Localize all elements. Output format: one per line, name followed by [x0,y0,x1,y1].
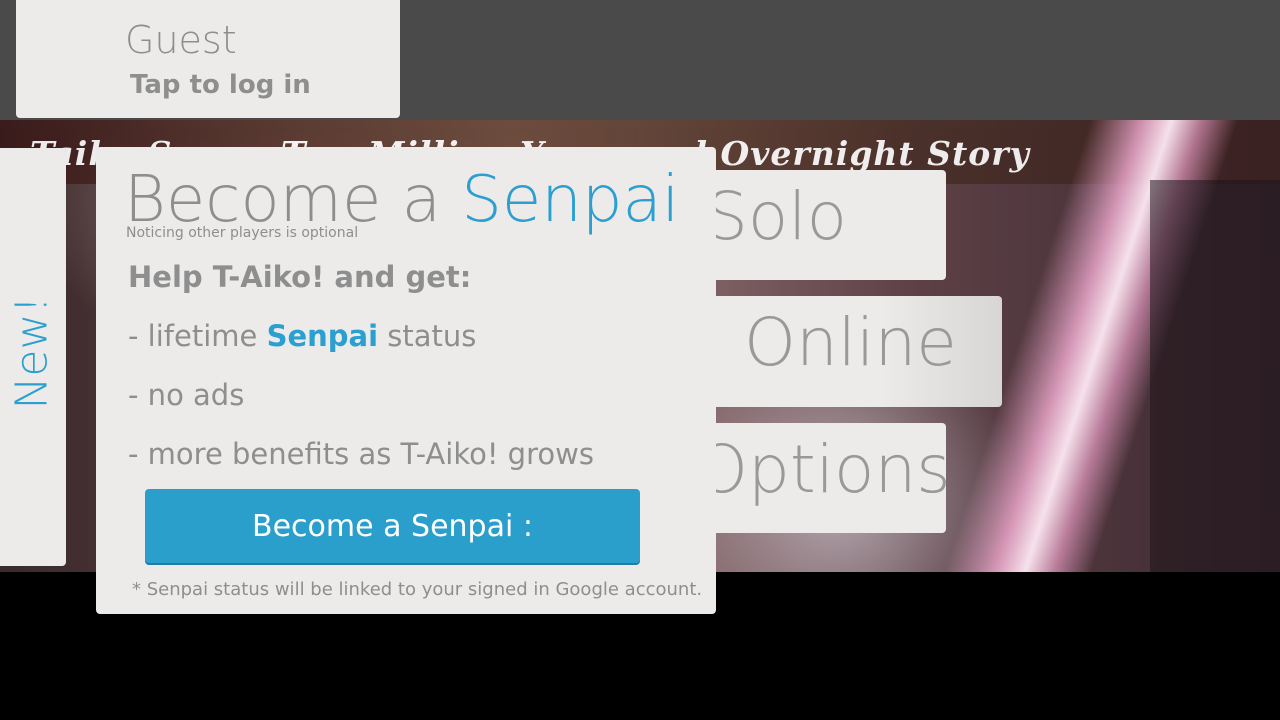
options-button[interactable]: Options [700,423,946,533]
solo-button[interactable]: Solo [700,170,946,280]
online-label: Online [744,304,957,381]
senpai-dialog: Become a Senpai Noticing other players i… [96,147,716,614]
online-button[interactable]: Online [700,296,1002,407]
benefit-item: - no ads [128,378,245,412]
dialog-subtitle: Noticing other players is optional [126,225,359,241]
new-tab-label: New! [6,295,58,410]
solo-label: Solo [706,178,847,255]
new-tab[interactable]: New! [0,148,66,566]
become-senpai-button[interactable]: Become a Senpai : [145,489,640,563]
benefit-item: - lifetime Senpai status [128,319,476,353]
benefit-item: - more benefits as T-Aiko! grows [128,437,594,471]
options-label: Options [700,431,946,508]
account-name: Guest [125,18,237,62]
banner-shadow [1150,180,1280,572]
account-card[interactable]: Guest Tap to log in [16,0,400,118]
login-prompt[interactable]: Tap to log in [130,70,311,100]
benefit-accent: Senpai [266,319,379,353]
benefit-text: - lifetime [128,319,267,353]
title-accent: Senpai [461,163,680,237]
dialog-heading: Help T-Aiko! and get: [128,260,472,294]
benefit-text: status [378,319,477,353]
dialog-footnote: * Senpai status will be linked to your s… [132,579,703,600]
